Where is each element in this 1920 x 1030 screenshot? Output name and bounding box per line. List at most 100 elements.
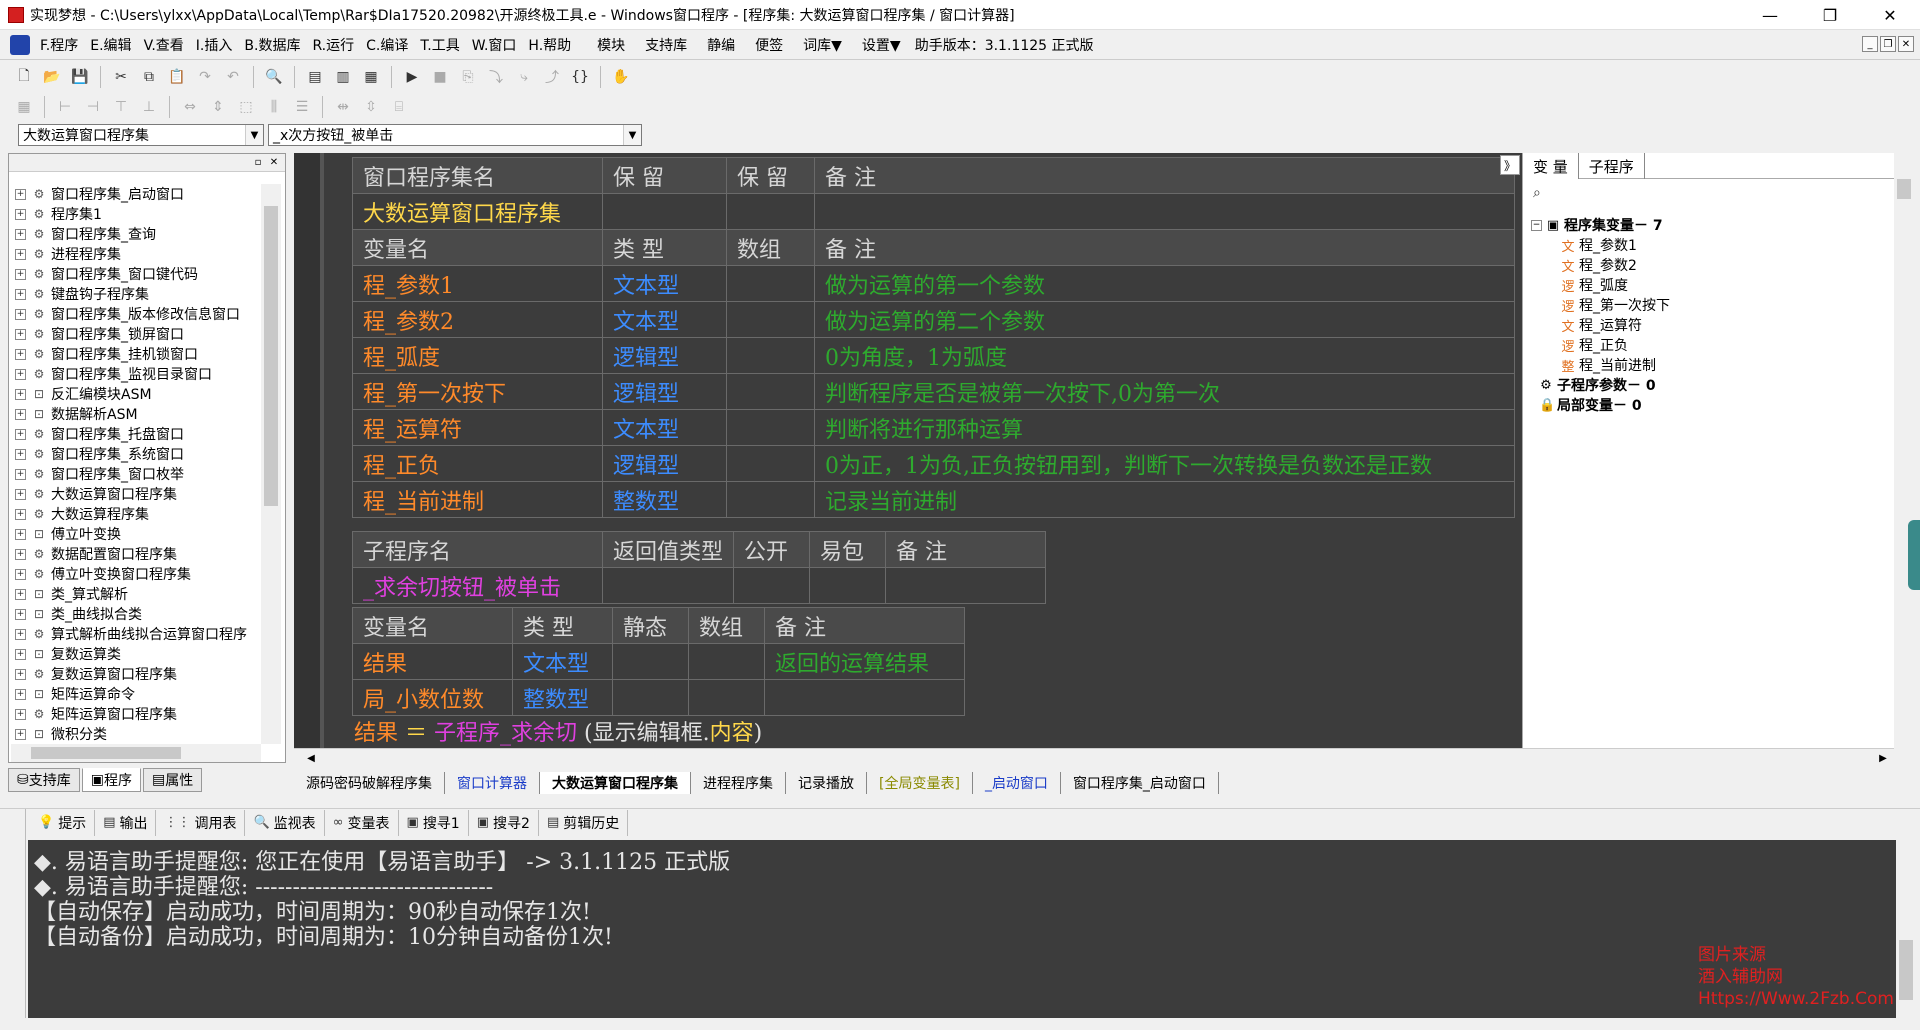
cell[interactable] [885, 567, 1047, 604]
tree-item[interactable]: + ⚙ 大数运算程序集 [9, 504, 261, 524]
paste-icon[interactable]: 📋 [165, 65, 189, 89]
tree-item[interactable]: + ⚙ 大数运算窗口程序集 [9, 484, 261, 504]
local-note-cell[interactable] [764, 679, 965, 716]
menu-compile[interactable]: C.编译 [360, 35, 414, 55]
menu-insert[interactable]: I.插入 [190, 35, 239, 55]
document-tab[interactable]: 窗口计算器 [445, 772, 540, 794]
panel-close-icon[interactable]: ✕ [267, 155, 281, 169]
var-type-cell[interactable]: 文本型 [602, 265, 727, 302]
var-array-cell[interactable] [726, 301, 815, 338]
same-size-icon[interactable]: ⬚ [234, 95, 258, 119]
scroll-left-icon[interactable]: ◀ [302, 749, 320, 767]
scroll-right-icon[interactable]: ▶ [1874, 749, 1892, 767]
document-tab[interactable]: 进程程序集 [691, 772, 786, 794]
var-tree-item[interactable]: 逻程_第一次按下 [1531, 295, 1670, 315]
tree-item[interactable]: + ⚙ 窗口程序集_锁屏窗口 [9, 324, 261, 344]
var-array-cell[interactable] [726, 337, 815, 374]
local-name-cell[interactable]: 局_小数位数 [352, 679, 513, 716]
pin-icon[interactable]: ▫ [251, 155, 265, 169]
expand-toggle-icon[interactable]: + [15, 288, 26, 300]
menu-help[interactable]: H.帮助 [522, 35, 577, 55]
menu-tools[interactable]: T.工具 [414, 35, 465, 55]
expand-toggle-icon[interactable]: + [15, 688, 26, 700]
var-name-cell[interactable]: 程_第一次按下 [352, 373, 603, 410]
var-name-cell[interactable]: 程_参数1 [352, 265, 603, 302]
document-tab[interactable]: 大数运算窗口程序集 [540, 772, 691, 794]
tab-subroutines[interactable]: 子程序 [1579, 153, 1645, 179]
tree-item[interactable]: + ⚙ 窗口程序集_挂机锁窗口 [9, 344, 261, 364]
var-array-cell[interactable] [726, 409, 815, 446]
step-out-icon[interactable]: ⤴ [540, 65, 564, 89]
menu-edit[interactable]: E.编辑 [84, 35, 137, 55]
menu-notes[interactable]: 便签 [749, 35, 789, 55]
expand-toggle-icon[interactable]: + [15, 548, 26, 560]
local-static-cell[interactable] [612, 679, 689, 716]
var-type-cell[interactable]: 逻辑型 [602, 445, 727, 482]
tree-item[interactable]: + ⚙ 窗口程序集_版本修改信息窗口 [9, 304, 261, 324]
tree-item[interactable]: + ⚙ 矩阵运算窗口程序集 [9, 704, 261, 724]
expand-toggle-icon[interactable]: + [15, 728, 26, 740]
tree-item[interactable]: + ⊡ 微积分类 [9, 724, 261, 744]
tree-item[interactable]: + ⊡ 反汇编模块ASM [9, 384, 261, 404]
local-array-cell[interactable] [688, 679, 765, 716]
step-icon[interactable]: ⎘ [456, 65, 480, 89]
expand-toggle-icon[interactable]: + [15, 328, 26, 340]
variable-panel-scrollbar[interactable] [1894, 153, 1914, 748]
tab-search1[interactable]: ▣ 搜寻1 [399, 809, 469, 836]
mdi-restore-icon[interactable]: ❐ [1880, 36, 1896, 52]
tree-item[interactable]: + ⊡ 复数运算类 [9, 644, 261, 664]
tree-item[interactable]: + ⚙ 进程程序集 [9, 244, 261, 264]
tree-item[interactable]: + ⚙ 算式解析曲线拟合运算窗口程序 [9, 624, 261, 644]
menu-lexicon[interactable]: 词库▼ [797, 35, 848, 55]
expand-toggle-icon[interactable]: + [15, 528, 26, 540]
expand-toggle-icon[interactable]: + [15, 188, 26, 200]
var-note-cell[interactable]: 做为运算的第二个参数 [814, 301, 1515, 338]
var-type-cell[interactable]: 文本型 [602, 301, 727, 338]
document-tab[interactable]: [全局变量表] [867, 772, 973, 794]
sub-params-label[interactable]: 子程序参数 [1557, 375, 1627, 395]
expand-toggle-icon[interactable]: + [15, 628, 26, 640]
edge-handle[interactable] [1908, 520, 1920, 590]
layout3-icon[interactable]: ▦ [359, 65, 383, 89]
expand-toggle-icon[interactable]: + [15, 568, 26, 580]
grid-icon[interactable]: ▦ [12, 95, 36, 119]
expand-toggle-icon[interactable]: + [15, 268, 26, 280]
expand-toggle-icon[interactable]: + [15, 208, 26, 220]
mdi-minimize-icon[interactable]: _ [1862, 36, 1878, 52]
var-array-cell[interactable] [726, 373, 815, 410]
cell[interactable] [814, 193, 1515, 230]
var-array-cell[interactable] [726, 265, 815, 302]
center-v-icon[interactable]: ⇳ [359, 95, 383, 119]
tree-item[interactable]: + ⚙ 窗口程序集_监视目录窗口 [9, 364, 261, 384]
cut-icon[interactable]: ✂ [109, 65, 133, 89]
var-name-cell[interactable]: 程_当前进制 [352, 481, 603, 518]
tab-hint[interactable]: 💡 提示 [30, 809, 96, 836]
menu-module[interactable]: 模块 [591, 35, 631, 55]
var-type-cell[interactable]: 文本型 [602, 409, 727, 446]
subroutine-selector[interactable]: _x次方按钮_被单击 ▼ [268, 124, 642, 146]
hand-icon[interactable]: ✋ [609, 65, 633, 89]
assembly-selector[interactable]: 大数运算窗口程序集 ▼ [18, 124, 264, 146]
expand-toggle-icon[interactable]: + [15, 348, 26, 360]
local-static-cell[interactable] [612, 643, 689, 680]
expand-toggle-icon[interactable]: + [15, 408, 26, 420]
tab-output[interactable]: ▤ 输出 [95, 809, 157, 836]
chevron-down-icon[interactable]: ▼ [623, 125, 641, 145]
redo-icon[interactable]: ↷ [193, 65, 217, 89]
same-height-icon[interactable]: ⇕ [206, 95, 230, 119]
var-tree-item[interactable]: 整程_当前进制 [1531, 355, 1670, 375]
align-left-icon[interactable]: ⊢ [53, 95, 77, 119]
tree-item[interactable]: + ⚙ 复数运算窗口程序集 [9, 664, 261, 684]
menu-support-lib[interactable]: 支持库 [639, 35, 693, 55]
var-type-cell[interactable]: 逻辑型 [602, 337, 727, 374]
close-button[interactable]: ✕ [1860, 0, 1920, 30]
assembly-name-cell[interactable]: 大数运算窗口程序集 [352, 193, 603, 230]
menu-static-compile[interactable]: 静编 [701, 35, 741, 55]
cell[interactable] [601, 567, 735, 604]
var-type-cell[interactable]: 逻辑型 [602, 373, 727, 410]
assembly-vars-label[interactable]: 程序集变量 [1564, 215, 1634, 235]
tab-clip-history[interactable]: ▤ 剪辑历史 [539, 809, 629, 836]
tab-watch-table[interactable]: 🔍 监视表 [245, 809, 325, 836]
chevron-down-icon[interactable]: ▼ [245, 125, 263, 145]
align-bottom-icon[interactable]: ⊥ [137, 95, 161, 119]
